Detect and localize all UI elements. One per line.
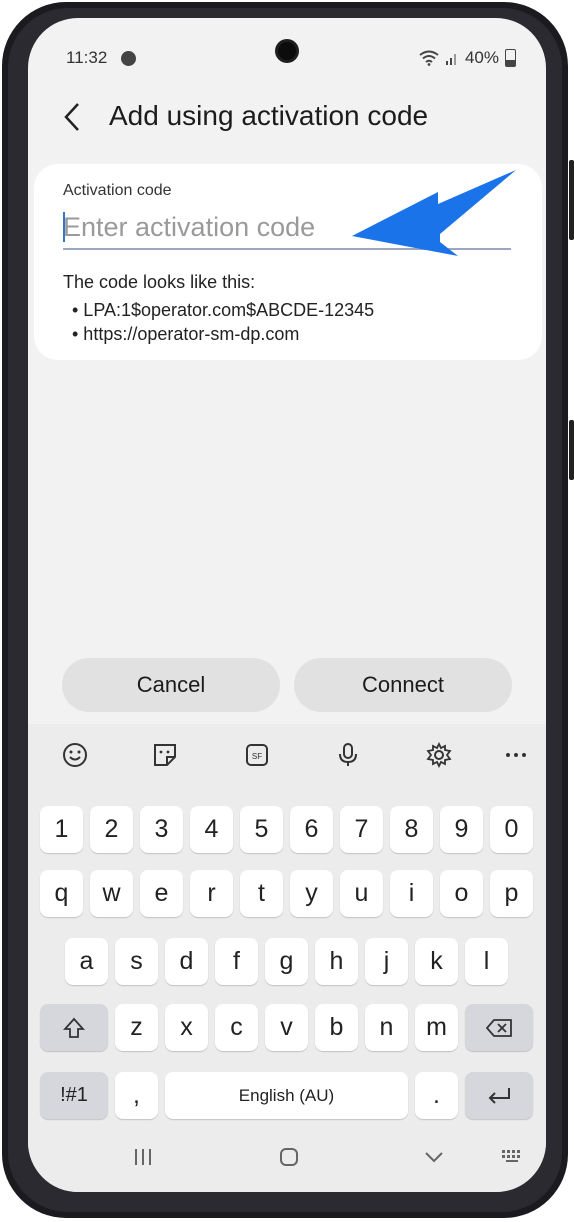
backspace-key[interactable] bbox=[465, 1004, 533, 1051]
enter-key[interactable] bbox=[465, 1072, 533, 1119]
key-u[interactable]: u bbox=[340, 870, 383, 917]
key-c[interactable]: c bbox=[215, 1004, 258, 1051]
home-icon bbox=[280, 1148, 298, 1166]
pointer-arrow-icon bbox=[352, 170, 516, 256]
comma-key[interactable]: , bbox=[115, 1072, 158, 1119]
key-y[interactable]: y bbox=[290, 870, 333, 917]
text-cursor bbox=[63, 212, 65, 242]
recent-apps-icon bbox=[135, 1149, 151, 1165]
key-z[interactable]: z bbox=[115, 1004, 158, 1051]
hint-title: The code looks like this: bbox=[63, 272, 256, 292]
key-m[interactable]: m bbox=[415, 1004, 458, 1051]
power-button bbox=[569, 420, 574, 480]
battery-icon bbox=[505, 49, 516, 67]
signal-icon bbox=[445, 54, 456, 65]
key-3[interactable]: 3 bbox=[140, 806, 183, 853]
activation-code-label: Activation code bbox=[63, 182, 172, 199]
sticker-icon[interactable] bbox=[148, 738, 182, 772]
hide-keyboard-button[interactable] bbox=[423, 1146, 445, 1175]
back-arrow-icon bbox=[64, 103, 79, 131]
key-b[interactable]: b bbox=[315, 1004, 358, 1051]
key-9[interactable]: 9 bbox=[440, 806, 483, 853]
key-j[interactable]: j bbox=[365, 938, 408, 985]
backspace-icon bbox=[485, 1018, 512, 1037]
key-4[interactable]: 4 bbox=[190, 806, 233, 853]
header: Add using activation code bbox=[28, 96, 546, 136]
key-x[interactable]: x bbox=[165, 1004, 208, 1051]
key-7[interactable]: 7 bbox=[340, 806, 383, 853]
key-f[interactable]: f bbox=[215, 938, 258, 985]
key-l[interactable]: l bbox=[465, 938, 508, 985]
key-6[interactable]: 6 bbox=[290, 806, 333, 853]
shift-key[interactable] bbox=[40, 1004, 108, 1051]
key-t[interactable]: t bbox=[240, 870, 283, 917]
notification-icon bbox=[121, 51, 136, 66]
key-o[interactable]: o bbox=[440, 870, 483, 917]
recent-apps-button[interactable] bbox=[132, 1146, 154, 1175]
keyboard-switch-button[interactable] bbox=[500, 1146, 526, 1175]
key-a[interactable]: a bbox=[65, 938, 108, 985]
battery-percent: 40% bbox=[464, 48, 499, 67]
key-n[interactable]: n bbox=[365, 1004, 408, 1051]
key-h[interactable]: h bbox=[315, 938, 358, 985]
hint-item: • https://operator-sm-dp.com bbox=[72, 324, 300, 344]
cancel-button[interactable]: Cancel bbox=[62, 658, 280, 712]
screen: 11:32 40% Add using activation code Acti… bbox=[28, 18, 546, 1192]
gear-icon[interactable] bbox=[422, 738, 456, 772]
hint-item: • LPA:1$operator.com$ABCDE-12345 bbox=[72, 300, 375, 320]
status-time: 11:32 bbox=[66, 48, 108, 67]
home-button[interactable] bbox=[278, 1146, 300, 1175]
key-i[interactable]: i bbox=[390, 870, 433, 917]
gif-icon[interactable]: SF bbox=[240, 738, 274, 772]
key-v[interactable]: v bbox=[265, 1004, 308, 1051]
key-e[interactable]: e bbox=[140, 870, 183, 917]
keyboard: SF 1 2 3 4 5 6 7 8 9 0 q w e r t y u i o… bbox=[28, 724, 546, 1192]
key-0[interactable]: 0 bbox=[490, 806, 533, 853]
more-icon[interactable] bbox=[499, 738, 533, 772]
wifi-icon bbox=[419, 50, 439, 66]
navigation-bar bbox=[28, 1138, 546, 1182]
symbols-key[interactable]: !#1 bbox=[40, 1072, 108, 1119]
key-r[interactable]: r bbox=[190, 870, 233, 917]
period-key[interactable]: . bbox=[415, 1072, 458, 1119]
space-key[interactable]: English (AU) bbox=[165, 1072, 408, 1119]
key-k[interactable]: k bbox=[415, 938, 458, 985]
key-p[interactable]: p bbox=[490, 870, 533, 917]
key-s[interactable]: s bbox=[115, 938, 158, 985]
key-5[interactable]: 5 bbox=[240, 806, 283, 853]
key-w[interactable]: w bbox=[90, 870, 133, 917]
page-title: Add using activation code bbox=[109, 100, 429, 131]
status-bar: 11:32 40% bbox=[28, 46, 546, 72]
key-q[interactable]: q bbox=[40, 870, 83, 917]
volume-button bbox=[569, 160, 574, 240]
key-8[interactable]: 8 bbox=[390, 806, 433, 853]
back-button[interactable] bbox=[62, 96, 92, 136]
keyboard-icon bbox=[502, 1150, 520, 1162]
emoji-icon[interactable] bbox=[58, 738, 92, 772]
key-2[interactable]: 2 bbox=[90, 806, 133, 853]
key-g[interactable]: g bbox=[265, 938, 308, 985]
svg-text:SF: SF bbox=[252, 752, 262, 761]
microphone-icon[interactable] bbox=[331, 738, 365, 772]
key-d[interactable]: d bbox=[165, 938, 208, 985]
key-1[interactable]: 1 bbox=[40, 806, 83, 853]
shift-icon bbox=[63, 1017, 85, 1038]
chevron-down-icon bbox=[425, 1152, 443, 1163]
connect-button[interactable]: Connect bbox=[294, 658, 512, 712]
enter-icon bbox=[488, 1087, 510, 1104]
phone-device: 11:32 40% Add using activation code Acti… bbox=[0, 0, 574, 1222]
